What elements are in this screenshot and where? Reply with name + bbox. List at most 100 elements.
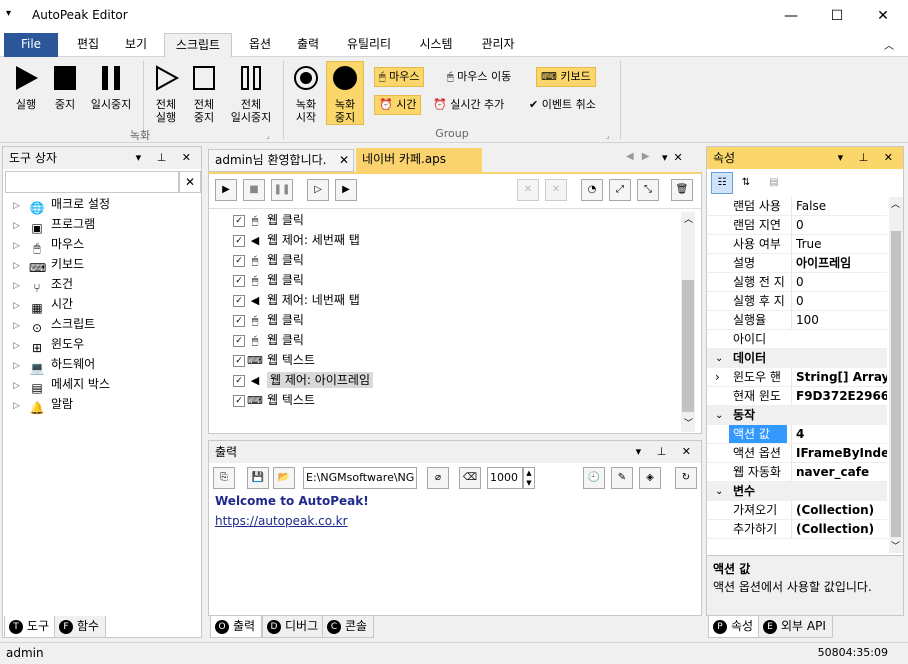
vertical-scrollbar[interactable]: ︿ ﹀ bbox=[681, 212, 695, 432]
doc-tab-welcome[interactable]: admin님 환영합니다. ✕ bbox=[208, 149, 354, 172]
tab-admin[interactable]: 관리자 bbox=[470, 33, 526, 57]
tab-properties[interactable]: P 속성 bbox=[708, 616, 761, 638]
tab-utility[interactable]: 유틸리티 bbox=[336, 33, 402, 57]
step-play-button[interactable]: ▷ bbox=[307, 179, 329, 201]
tree-item[interactable]: ▷ ⌨ 키보드 bbox=[13, 254, 84, 275]
remove-button[interactable]: ✕ bbox=[517, 179, 539, 201]
panel-buttons[interactable]: ▾ ⊥ ✕ bbox=[838, 147, 899, 169]
scroll-up-icon[interactable]: ︿ bbox=[684, 212, 693, 225]
delete-button[interactable]: 🗑 bbox=[671, 179, 693, 201]
record-keyboard-toggle[interactable]: ⌨ 키보드 bbox=[536, 67, 596, 87]
panel-buttons[interactable]: ▾✕ bbox=[662, 151, 689, 164]
refresh-button[interactable]: ↻ bbox=[675, 467, 697, 489]
scroll-down-icon[interactable]: ﹀ bbox=[684, 416, 693, 429]
record-stop-button[interactable]: 녹화 중지 bbox=[326, 61, 364, 125]
property-row[interactable]: 사용 여부 True bbox=[707, 235, 887, 254]
collapse-button[interactable]: ⤡ bbox=[637, 179, 659, 201]
property-category-data[interactable]: ⌄ 데이터 bbox=[707, 349, 887, 368]
run-button[interactable]: 실행 bbox=[6, 65, 46, 111]
play-button[interactable]: ▶ bbox=[215, 179, 237, 201]
property-row[interactable]: 랜덤 지연 0 bbox=[707, 216, 887, 235]
tab-scroll-arrows[interactable]: ◀▶ bbox=[626, 151, 657, 162]
run-all-button[interactable]: 전체 실행 bbox=[148, 65, 184, 124]
clock-button[interactable]: 🕘 bbox=[583, 467, 605, 489]
property-value[interactable]: 4 bbox=[791, 425, 887, 443]
panel-buttons[interactable]: ▾ ⊥ ✕ bbox=[136, 147, 197, 169]
output-link[interactable]: https://autopeak.co.kr bbox=[215, 514, 348, 528]
property-value[interactable]: 0 bbox=[791, 273, 887, 291]
stop-all-button[interactable]: 전체 중지 bbox=[186, 65, 222, 124]
script-item[interactable]: ✓ 🖱 웹 클릭 bbox=[233, 310, 304, 330]
property-row[interactable]: 실행 후 지 0 bbox=[707, 292, 887, 311]
line-count-stepper[interactable]: ▲ ▼ bbox=[523, 467, 535, 489]
script-item[interactable]: ✓ 🖱 웹 클릭 bbox=[233, 270, 304, 290]
record-mouse-move-toggle[interactable]: 🖱 마우스 이동 bbox=[442, 67, 516, 87]
checkbox[interactable]: ✓ bbox=[233, 314, 245, 327]
chevron-down-icon[interactable]: ⌄ bbox=[715, 482, 723, 501]
tree-item[interactable]: ▷ 🖱 마우스 bbox=[13, 234, 84, 255]
property-value[interactable]: (Collection) bbox=[791, 501, 887, 519]
script-item[interactable]: ✓ ◀ 웹 제어: 네번째 탭 bbox=[233, 290, 360, 310]
property-value[interactable]: (Collection) bbox=[791, 520, 887, 538]
property-row[interactable]: 액션 옵션 IFrameByIndex bbox=[707, 444, 887, 463]
line-count-input[interactable]: 1000 bbox=[487, 467, 523, 489]
checkbox[interactable]: ✓ bbox=[233, 354, 245, 367]
tree-item[interactable]: ▷ 🌐 매크로 설정 bbox=[13, 194, 110, 215]
sort-alpha-button[interactable]: ⇅ bbox=[735, 172, 757, 194]
property-row[interactable]: 랜덤 사용 False bbox=[707, 197, 887, 216]
stop-button[interactable]: ■ bbox=[243, 179, 265, 201]
scrollbar-thumb[interactable] bbox=[891, 231, 901, 537]
tab-output[interactable]: 출력 bbox=[286, 33, 330, 57]
tab-tools[interactable]: T 도구 bbox=[4, 616, 57, 638]
step-forward-button[interactable]: ▶ bbox=[335, 179, 357, 201]
tab-debug[interactable]: D 디버그 bbox=[262, 616, 326, 638]
save-button[interactable]: 💾 bbox=[247, 467, 269, 489]
tree-item[interactable]: ▷ ▣ 프로그램 bbox=[13, 214, 95, 235]
quick-access-icon[interactable]: ▾ bbox=[6, 8, 11, 19]
property-value[interactable]: 0 bbox=[791, 292, 887, 310]
property-row[interactable]: 설명 아이프레임 bbox=[707, 254, 887, 273]
property-row[interactable]: 실행율 100 bbox=[707, 311, 887, 330]
property-row[interactable]: 추가하기 (Collection) bbox=[707, 520, 887, 539]
vertical-scrollbar[interactable]: ︿ ﹀ bbox=[889, 197, 903, 553]
property-value[interactable]: 0 bbox=[791, 216, 887, 234]
tab-output[interactable]: O 출력 bbox=[210, 616, 263, 638]
property-category-action[interactable]: ⌄ 동작 bbox=[707, 406, 887, 425]
maximize-button[interactable]: ☐ bbox=[814, 0, 860, 32]
property-value[interactable]: F9D372E2966C76 bbox=[791, 387, 887, 405]
checkbox[interactable]: ✓ bbox=[233, 334, 245, 347]
close-icon[interactable]: ✕ bbox=[339, 150, 349, 171]
chevron-down-icon[interactable]: ⌄ bbox=[715, 406, 723, 425]
tab-edit[interactable]: 편집 bbox=[66, 33, 110, 57]
property-row[interactable]: 액션 값4 bbox=[707, 425, 887, 444]
tab-view[interactable]: 보기 bbox=[114, 33, 158, 57]
tree-item[interactable]: ▷ 🔔 알람 bbox=[13, 394, 73, 415]
eraser-button[interactable]: ⌫ bbox=[459, 467, 481, 489]
scrollbar-thumb[interactable] bbox=[682, 280, 694, 412]
stop-button[interactable]: 중지 bbox=[46, 65, 84, 111]
property-row[interactable]: 웹 자동화 naver_cafe bbox=[707, 463, 887, 482]
categorized-button[interactable]: ☷ bbox=[711, 172, 733, 194]
property-value[interactable]: String[] Array bbox=[791, 368, 887, 386]
new-file-button[interactable]: ⎘ bbox=[213, 467, 235, 489]
minimize-button[interactable]: — bbox=[768, 0, 814, 32]
pause-all-button[interactable]: 전체 일시중지 bbox=[226, 65, 276, 124]
tree-item[interactable]: ▷ ⊞ 윈도우 bbox=[13, 334, 84, 355]
toolbox-search-input[interactable] bbox=[5, 171, 179, 193]
checkbox[interactable]: ✓ bbox=[233, 214, 245, 227]
tab-functions[interactable]: F 함수 bbox=[54, 616, 107, 638]
pause-button[interactable]: ❚❚ bbox=[271, 179, 293, 201]
checkbox[interactable]: ✓ bbox=[233, 394, 245, 407]
scroll-up-icon[interactable]: ︿ bbox=[891, 197, 900, 210]
script-item[interactable]: ✓ 🖱 웹 클릭 bbox=[233, 250, 304, 270]
realtime-add-toggle[interactable]: ⏰ 실시간 추가 bbox=[428, 95, 509, 115]
clear-search-button[interactable]: ✕ bbox=[179, 171, 201, 193]
property-row[interactable]: 현재 윈도 F9D372E2966C76 bbox=[707, 387, 887, 406]
property-value[interactable]: IFrameByIndex bbox=[791, 444, 887, 462]
path-input[interactable]: E:\NGMsoftware\NG bbox=[303, 467, 417, 489]
checkbox[interactable]: ✓ bbox=[233, 254, 245, 267]
tab-options[interactable]: 옵션 bbox=[238, 33, 282, 57]
event-cancel-toggle[interactable]: ✔ 이벤트 취소 bbox=[524, 95, 601, 115]
pause-button[interactable]: 일시중지 bbox=[86, 65, 136, 111]
checkbox[interactable]: ✓ bbox=[233, 374, 245, 387]
